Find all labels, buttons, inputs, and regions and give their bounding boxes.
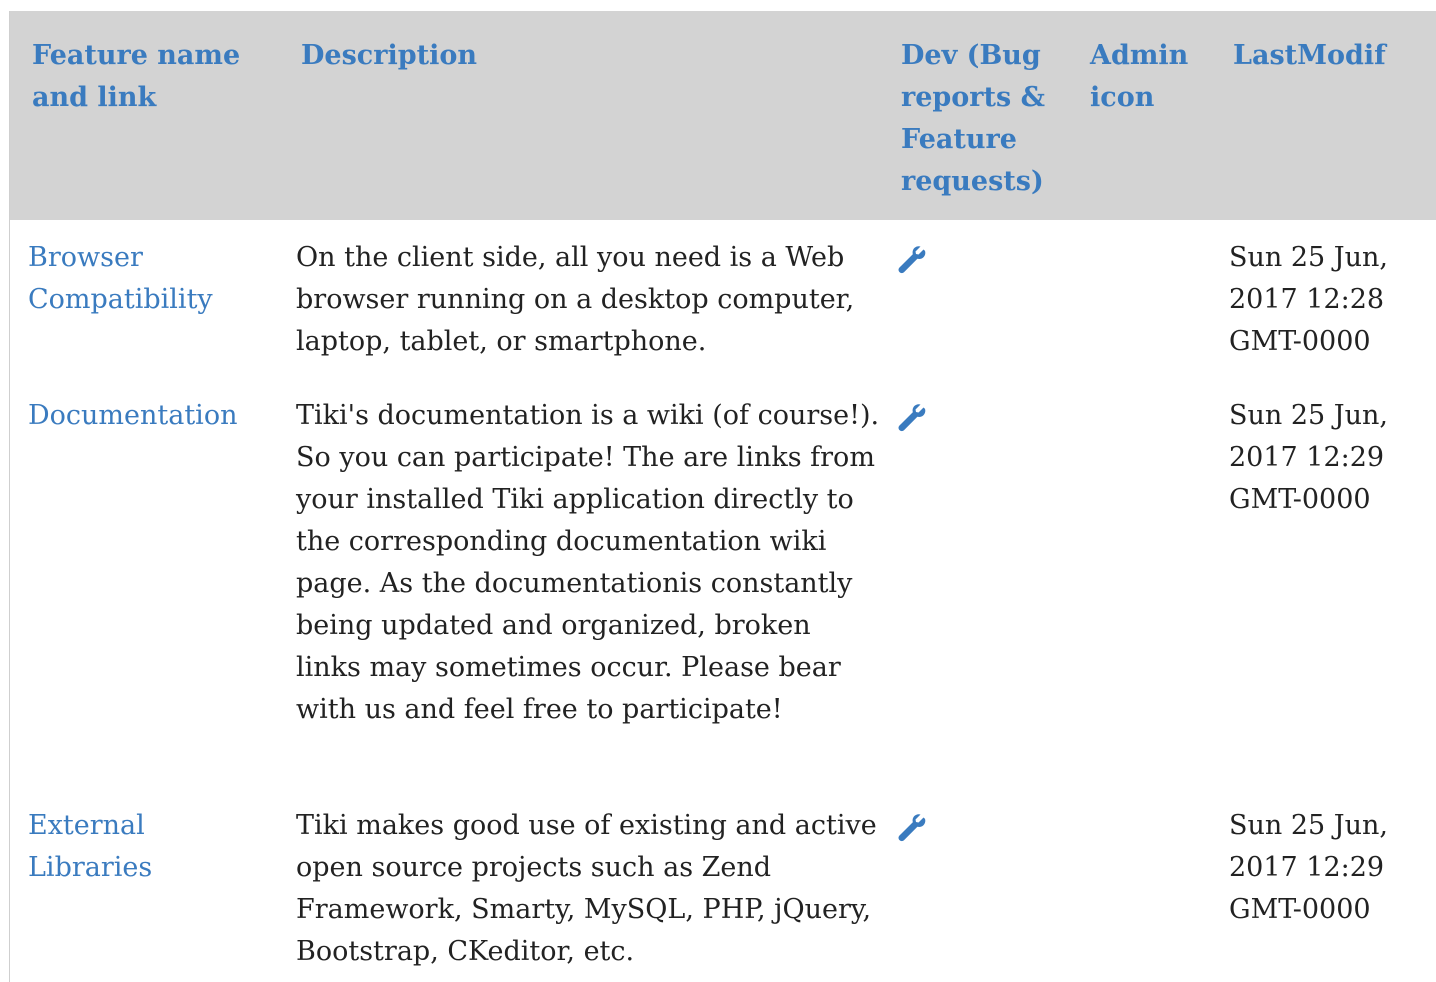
column-header-description[interactable]: Description	[301, 35, 861, 77]
table-header: Feature name and link Description Dev (B…	[10, 11, 1436, 220]
feature-link-external-libraries[interactable]: External Libraries	[28, 805, 258, 889]
column-header-admin-icon[interactable]: Admin icon	[1090, 35, 1205, 119]
column-header-feature[interactable]: Feature name and link	[32, 35, 262, 119]
feature-description: On the client side, all you need is a We…	[296, 242, 855, 357]
wrench-icon[interactable]	[896, 402, 928, 434]
features-table: Feature name and link Description Dev (B…	[9, 11, 1436, 982]
feature-link-browser-compatibility[interactable]: Browser Compatibility	[28, 237, 258, 321]
wrench-icon[interactable]	[896, 244, 928, 276]
feature-description: Tiki makes good use of existing and acti…	[296, 810, 877, 967]
lastmodif-date: Sun 25 Jun, 2017 12:28 GMT-0000	[1229, 242, 1388, 357]
feature-description: Tiki's documentation is a wiki (of cours…	[296, 400, 880, 725]
feature-link-documentation[interactable]: Documentation	[28, 395, 278, 437]
lastmodif-date: Sun 25 Jun, 2017 12:29 GMT-0000	[1229, 810, 1388, 925]
lastmodif-date: Sun 25 Jun, 2017 12:29 GMT-0000	[1229, 400, 1388, 515]
column-header-dev[interactable]: Dev (Bug reports & Feature requests)	[901, 35, 1061, 203]
column-header-lastmodif[interactable]: LastModif	[1233, 35, 1433, 77]
wrench-icon[interactable]	[896, 812, 928, 844]
